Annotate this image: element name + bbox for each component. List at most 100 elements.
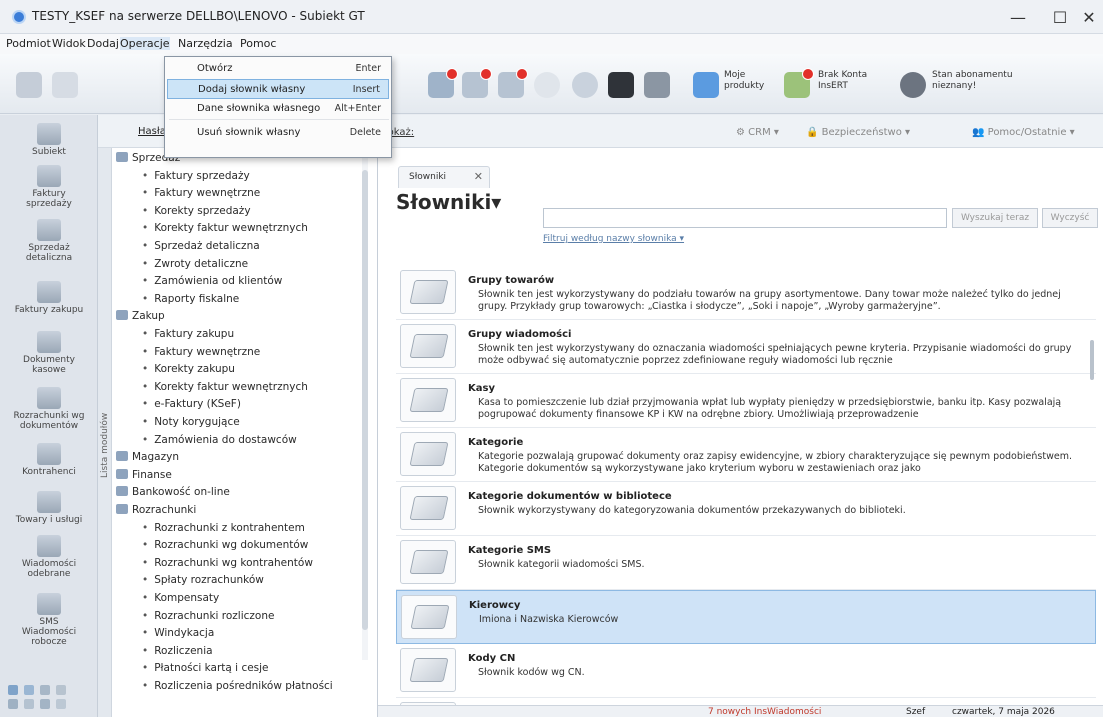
dictionary-row[interactable]: Kategorie dokumentów w bibliotece Słownik… [396,482,1096,536]
nav-faktury-zakupu[interactable]: Faktury zakupu [0,281,98,315]
shortcut-icon[interactable] [24,685,34,695]
close-button[interactable]: ✕ [1075,0,1103,34]
tree-item[interactable]: Zwroty detaliczne [142,256,248,272]
print-icon[interactable] [644,72,670,98]
tree-group[interactable]: Rozrachunki [116,502,196,518]
tree-item[interactable]: e-Faktury (KSeF) [142,396,241,412]
shortcut-icon[interactable] [40,699,50,709]
forward-icon[interactable] [52,72,78,98]
shortcut-icon[interactable] [56,699,66,709]
menu-item-otworz[interactable]: Otwórz Enter [167,59,389,79]
dictionary-row[interactable]: Kierowcy Imiona i Nazwiska Kierowców [396,590,1096,644]
tree-group[interactable]: Magazyn [116,449,179,465]
dictionary-row[interactable]: Grupy towarów Słownik ten jest wykorzysty… [396,266,1096,320]
dictionary-row[interactable]: Kody CN Słownik kodów wg CN. [396,644,1096,698]
shortcut-icon[interactable] [40,685,50,695]
account-icon[interactable] [784,68,814,98]
tree-item[interactable]: Faktury sprzedaży [142,168,249,184]
support-icon[interactable] [572,72,598,98]
tree-item[interactable]: Zamówienia do dostawców [142,432,297,448]
sms-icon[interactable] [498,68,528,98]
help-button[interactable]: 👥 Pomoc/Ostatnie ▾ [972,127,1075,138]
tree-item[interactable]: Kompensaty [142,590,219,606]
scrollbar-thumb[interactable] [362,170,368,630]
brak-konta-label[interactable]: Brak Konta InsERT [818,70,867,92]
tree-item[interactable]: Rozliczenia [142,643,212,659]
nav-towary[interactable]: Towary i usługi [0,491,98,525]
tree-item[interactable]: Rozrachunki wg kontrahentów [142,555,313,571]
nav-rozrachunki[interactable]: Rozrachunki wg dokumentów [0,387,98,431]
search-button[interactable]: Wyszukaj teraz [952,208,1038,228]
tree-item[interactable]: Korekty faktur wewnętrznych [142,220,308,236]
tree-item[interactable]: Windykacja [142,625,214,641]
shortcut-icon[interactable] [8,685,18,695]
menu-widok[interactable]: Widok [52,37,86,50]
dictionary-row[interactable] [396,698,1096,705]
menu-item-dodaj-slownik[interactable]: Dodaj słownik własny Insert [167,79,389,99]
nav-shortcut-icons[interactable] [8,685,88,711]
tree-item[interactable]: Faktury wewnętrzne [142,185,260,201]
menu-item-dane-slownika[interactable]: Dane słownika własnego Alt+Enter [167,99,389,119]
tree-item[interactable]: Noty korygujące [142,414,240,430]
products-icon[interactable] [693,72,719,98]
calculator-icon[interactable] [428,68,458,98]
close-tab-icon[interactable]: ✕ [474,170,483,183]
dictionary-row[interactable]: Grupy wiadomości Słownik ten jest wykorzy… [396,320,1096,374]
stan-abonamentu-label[interactable]: Stan abonamentu nieznany! [932,70,1013,92]
nav-dokumenty-kasowe[interactable]: Dokumenty kasowe [0,331,98,375]
tree-group[interactable]: Bankowość on-line [116,484,230,500]
search-input[interactable] [543,208,947,228]
tree-item[interactable]: Rozliczenia pośredników płatności [142,678,333,694]
nav-wiadomosci[interactable]: Wiadomości odebrane [0,535,98,579]
module-list-tab[interactable]: Lista modułów [98,148,112,717]
tree-item[interactable]: Faktury zakupu [142,326,234,342]
tree-item[interactable]: Sprzedaż detaliczna [142,238,259,254]
tab-slowniki[interactable]: Słowniki ✕ [398,166,490,188]
shortcut-icon[interactable] [24,699,34,709]
tree-scrollbar[interactable] [362,150,368,660]
tree-item[interactable]: Zamówienia od klientów [142,273,282,289]
menu-podmiot[interactable]: Podmiot [6,37,51,50]
nav-sms[interactable]: SMS Wiadomości robocze [0,593,98,647]
tree-item[interactable]: Korekty zakupu [142,361,235,377]
tree-item[interactable]: Raporty fiskalne [142,291,239,307]
archive-icon[interactable] [608,72,634,98]
crm-button[interactable]: ⚙ CRM ▾ [736,127,779,138]
shortcut-icon[interactable] [8,699,18,709]
moje-produkty-label[interactable]: Moje produkty [724,70,764,92]
nav-subiekt[interactable]: Subiekt [0,123,98,157]
tree-item[interactable]: Spłaty rozrachunków [142,572,264,588]
dictionary-row[interactable]: Kasy Kasa to pomieszczenie lub dział przy… [396,374,1096,428]
shortcut-icon[interactable] [56,685,66,695]
nav-kontrahenci[interactable]: Kontrahenci [0,443,98,477]
menu-pomoc[interactable]: Pomoc [240,37,276,50]
security-button[interactable]: 🔒 Bezpieczeństwo ▾ [806,127,910,138]
filter-link[interactable]: Filtruj według nazwy słownika ▾ [543,234,684,244]
tree-group[interactable]: Zakup [116,308,165,324]
tree-item[interactable]: Płatności kartą i cesje [142,660,268,676]
menu-narzedzia[interactable]: Narzędzia [178,37,233,50]
tree-item[interactable]: Korekty faktur wewnętrznych [142,379,308,395]
tree-item[interactable]: Rozrachunki z kontrahentem [142,520,305,536]
tree-item[interactable]: Korekty sprzedaży [142,203,250,219]
refresh-icon[interactable] [534,72,560,98]
subscription-icon[interactable] [900,72,926,98]
tree-item[interactable]: Faktury wewnętrzne [142,344,260,360]
back-icon[interactable] [16,72,42,98]
dictionary-row[interactable]: Kategorie Kategorie pozwalają grupować do… [396,428,1096,482]
nav-faktury-sprzedazy[interactable]: Faktury sprzedaży [0,165,98,209]
tree-item[interactable]: Rozrachunki wg dokumentów [142,537,308,553]
tree-item[interactable]: Rozrachunki rozliczone [142,608,274,624]
messages-status[interactable]: 7 nowych InsWiadomości [708,706,821,717]
mail-icon[interactable] [462,68,492,98]
menu-operacje[interactable]: Operacje [120,37,170,50]
menu-dodaj[interactable]: Dodaj [87,37,119,50]
clear-button[interactable]: Wyczyść [1042,208,1098,228]
minimize-button[interactable]: — [995,0,1041,34]
nav-sprzedaz-detaliczna[interactable]: Sprzedaż detaliczna [0,219,98,263]
list-scrollbar[interactable] [1090,340,1094,380]
tree-group[interactable]: Finanse [116,467,172,483]
dictionary-row[interactable]: Kategorie SMS Słownik kategorii wiadomośc… [396,536,1096,590]
menu-item-usun-slownik[interactable]: Usuń słownik własny Delete [167,123,389,143]
page-title[interactable]: Słowniki▾ [396,190,501,214]
